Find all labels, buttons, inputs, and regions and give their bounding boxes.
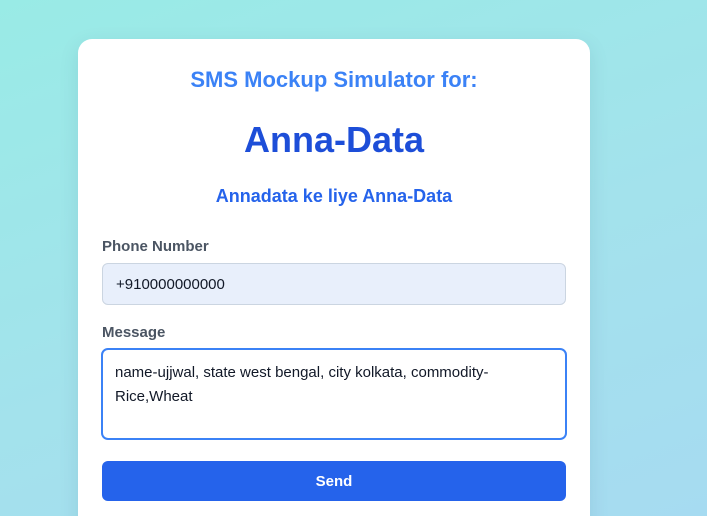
- app-tagline: Annadata ke liye Anna-Data: [215, 186, 453, 206]
- message-label: Message: [102, 324, 166, 341]
- phone-number-input[interactable]: [102, 263, 566, 305]
- simulator-subtitle: SMS Mockup Simulator for:: [190, 67, 478, 92]
- message-textarea[interactable]: name-ujjwal, state west bengal, city kol…: [101, 348, 567, 440]
- send-button[interactable]: Send: [102, 461, 566, 501]
- sms-simulator-card: SMS Mockup Simulator for: Anna-Data Anna…: [78, 39, 590, 516]
- phone-number-label: Phone Number: [102, 238, 209, 255]
- app-title: Anna-Data: [243, 119, 425, 160]
